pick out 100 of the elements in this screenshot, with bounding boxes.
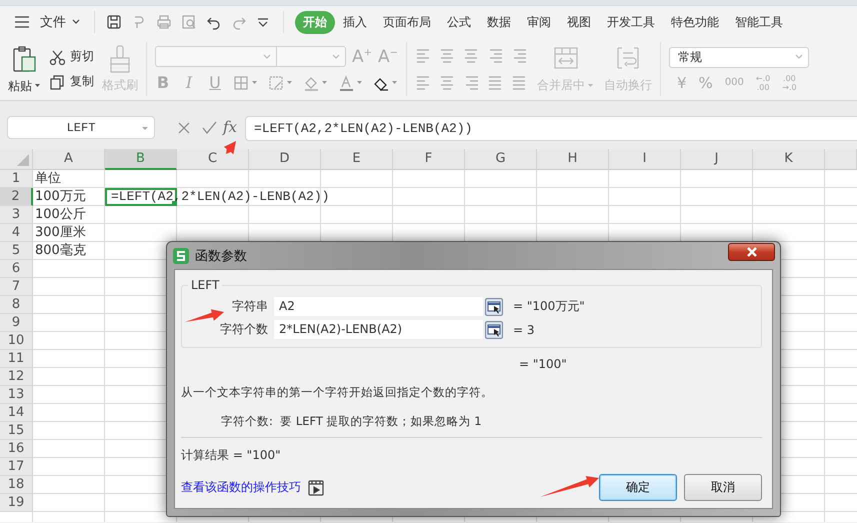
justify-icon[interactable] [487, 74, 503, 91]
ribbon-tab[interactable]: 插入 [335, 10, 375, 34]
annotation-arrow [540, 476, 599, 497]
ribbon-button[interactable]: 剪切 [49, 48, 94, 65]
column-header[interactable]: F [393, 149, 465, 170]
row-header[interactable]: 4 [0, 224, 33, 242]
app-logo-icon [173, 248, 189, 264]
close-button[interactable] [728, 243, 775, 261]
menu-icon[interactable] [14, 15, 30, 29]
column-header[interactable]: J [681, 149, 753, 170]
font-size-field[interactable] [276, 46, 346, 67]
ribbon-tab[interactable]: 审阅 [519, 10, 559, 34]
caret-icon [251, 80, 258, 85]
ribbon-tab[interactable]: 特色功能 [663, 10, 727, 34]
caret-icon [587, 82, 594, 88]
align-right-icon[interactable] [463, 74, 479, 91]
cell-text: 100万元 [35, 188, 86, 205]
print-icon[interactable] [156, 14, 172, 30]
row-header[interactable]: 9 [0, 314, 33, 332]
row-header[interactable]: 19 [0, 494, 33, 512]
print-preview-icon[interactable] [181, 14, 197, 30]
file-menu[interactable]: 文件 [38, 13, 83, 31]
ribbon-tab[interactable]: 智能工具 [727, 10, 791, 34]
ribbon-tab[interactable]: 页面布局 [375, 10, 439, 34]
row-header[interactable]: 8 [0, 296, 33, 314]
ribbon-tab[interactable]: 开发工具 [599, 10, 663, 34]
column-header[interactable]: I [609, 149, 681, 170]
range-picker-icon[interactable] [485, 320, 503, 338]
ribbon-tab[interactable]: 视图 [559, 10, 599, 34]
row-header[interactable]: 13 [0, 386, 33, 404]
row-header[interactable]: 17 [0, 458, 33, 476]
caret-icon [795, 54, 804, 60]
dialog-title: 函数参数 [195, 248, 247, 264]
merge-cells-icon [552, 44, 578, 70]
argument-label: 字符串 [231, 298, 269, 315]
close-icon [746, 247, 758, 257]
caret-icon [332, 54, 341, 60]
argument-field[interactable]: A2 [274, 297, 483, 316]
ribbon-tab[interactable]: 数据 [479, 10, 519, 34]
select-all-button[interactable] [0, 149, 33, 170]
row-header[interactable]: 14 [0, 404, 33, 422]
align-bottom-icon[interactable] [463, 47, 479, 64]
paste-button[interactable]: 粘贴 [8, 43, 41, 95]
calculation-result: 计算结果 = "100" [181, 447, 282, 464]
align-middle-icon[interactable] [439, 47, 455, 64]
border-style-icon[interactable] [268, 74, 284, 90]
column-header[interactable]: K [753, 149, 825, 170]
row-header[interactable]: 12 [0, 368, 33, 386]
column-header[interactable]: E [321, 149, 393, 170]
font-color-icon[interactable] [338, 74, 354, 90]
column-header[interactable]: D [249, 149, 321, 170]
align-left-icon[interactable] [415, 74, 431, 91]
video-icon[interactable] [308, 480, 324, 496]
align-top-icon[interactable] [415, 47, 431, 64]
decrease-indent-icon[interactable] [487, 47, 503, 64]
caret-icon [321, 80, 328, 85]
row-header[interactable]: 1 [0, 170, 33, 188]
row-header[interactable]: 18 [0, 476, 33, 494]
row-header[interactable]: 16 [0, 440, 33, 458]
caret-icon [356, 80, 363, 85]
check-icon[interactable] [201, 121, 217, 135]
cancel-button[interactable]: 取消 [684, 474, 762, 501]
argument-result: = "100万元" [513, 298, 585, 315]
ribbon-tab[interactable]: 公式 [439, 10, 479, 34]
font-name-field[interactable] [155, 46, 277, 67]
function-description: 从一个文本字符串的第一个字符开始返回指定个数的字符。 [181, 385, 494, 400]
name-box[interactable]: LEFT [7, 116, 155, 139]
save-icon[interactable] [106, 14, 122, 30]
row-header[interactable]: 6 [0, 260, 33, 278]
column-header[interactable]: C [177, 149, 249, 170]
row-header[interactable]: 3 [0, 206, 33, 224]
annotation-arrow [185, 309, 224, 322]
borders-icon[interactable] [233, 74, 249, 90]
ok-button[interactable]: 确定 [599, 474, 677, 501]
argument-field[interactable]: 2*LEN(A2)-LENB(A2) [274, 320, 483, 339]
cell-text: 100公斤 [35, 206, 86, 223]
cancel-icon[interactable] [177, 121, 191, 135]
row-header[interactable]: 7 [0, 278, 33, 296]
row-header[interactable]: 2 [0, 188, 33, 206]
distribute-icon[interactable] [511, 74, 527, 91]
row-header[interactable]: 11 [0, 350, 33, 368]
row-header[interactable]: 5 [0, 242, 33, 260]
align-center-icon[interactable] [439, 74, 455, 91]
insert-function-button[interactable]: fx [223, 118, 238, 136]
fill-bucket-icon[interactable] [303, 74, 319, 90]
number-format-field[interactable]: 常规 [669, 46, 809, 68]
range-picker-icon[interactable] [485, 298, 503, 316]
increase-indent-icon[interactable] [511, 47, 527, 64]
row-header[interactable]: 15 [0, 422, 33, 440]
column-header[interactable]: H [537, 149, 609, 170]
row-header[interactable]: 10 [0, 332, 33, 350]
column-header[interactable] [825, 149, 857, 170]
column-header[interactable]: G [465, 149, 537, 170]
scissors-icon [49, 48, 65, 64]
ribbon-button[interactable]: 复制 [49, 73, 94, 90]
column-header[interactable]: A [33, 149, 105, 170]
caret-icon [391, 80, 398, 85]
help-link[interactable]: 查看该函数的操作技巧 [181, 479, 301, 496]
formula-field[interactable]: =LEFT(A2,2*LEN(A2)-LENB(A2)) [245, 116, 857, 141]
group-label: LEFT [188, 278, 222, 292]
